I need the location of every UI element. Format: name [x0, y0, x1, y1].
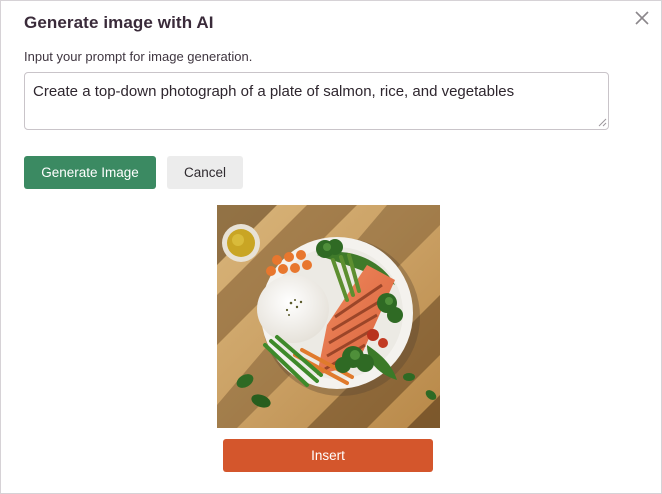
ai-image-dialog: Generate image with AI Input your prompt… [0, 0, 662, 494]
prompt-input[interactable]: Create a top-down photograph of a plate … [24, 72, 609, 130]
resize-grip-icon[interactable] [598, 118, 607, 127]
salmon-plate-image [217, 205, 440, 428]
insert-button[interactable]: Insert [223, 439, 433, 472]
generate-image-button[interactable]: Generate Image [24, 156, 156, 189]
close-icon[interactable] [633, 9, 651, 27]
generated-image [217, 205, 440, 428]
cancel-button[interactable]: Cancel [167, 156, 243, 189]
prompt-label: Input your prompt for image generation. [24, 49, 253, 64]
dialog-title: Generate image with AI [24, 13, 214, 32]
